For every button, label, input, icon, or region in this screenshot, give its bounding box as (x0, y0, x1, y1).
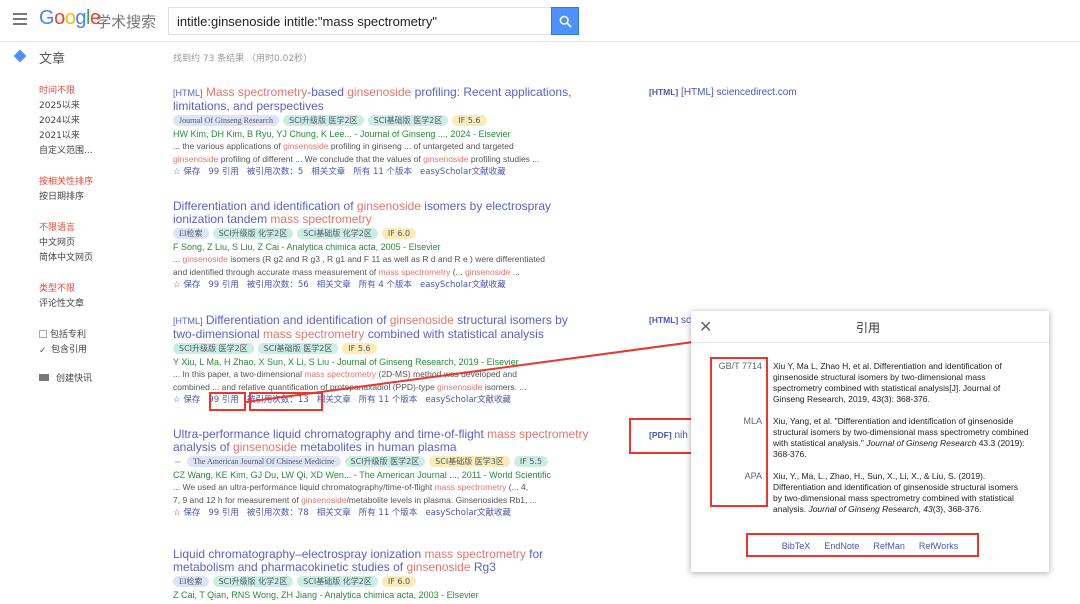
citation-text[interactable]: Xiu, Y., Ma, L., Zhao, H., Sun, X., Li, … (773, 471, 1029, 515)
citation-text[interactable]: Xiu Y, Ma L, Zhao H, et al. Differentiat… (773, 361, 1029, 405)
citation-text[interactable]: Xiu, Yang, et al. "Differentiation and i… (773, 416, 1029, 460)
close-icon[interactable]: ✕ (699, 317, 712, 337)
highlight-export (746, 533, 979, 557)
dialog-title: 引用 (856, 321, 881, 335)
highlight-formats (710, 357, 768, 507)
cite-dialog: ✕ 引用 GB/T 7714 Xiu Y, Ma L, Zhao H, et a… (691, 311, 1049, 572)
